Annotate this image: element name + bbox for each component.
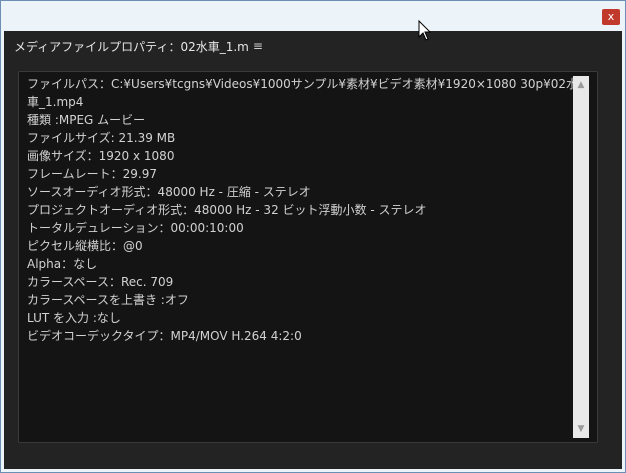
property-line: 画像サイズ：1920 x 1080 (27, 149, 175, 163)
property-line: 車_1.mp4 (27, 95, 84, 109)
scroll-up-icon[interactable]: ▲ (573, 78, 589, 92)
property-line: フレームレート：29.97 (27, 167, 157, 181)
window-titlebar[interactable]: x (1, 1, 625, 31)
property-line: ビデオコーデックタイプ：MP4/MOV H.264 4:2:0 (27, 329, 302, 343)
property-line: トータルデュレーション：00:00:10:00 (27, 221, 244, 235)
property-line: ファイルサイズ: 21.39 MB (27, 131, 176, 145)
property-line: ソースオーディオ形式：48000 Hz - 圧縮 - ステレオ (27, 185, 311, 199)
property-line: Alpha：なし (27, 257, 98, 271)
panel-title: メディアファイルプロパティ：02水車_1.m (14, 39, 249, 54)
scroll-down-icon[interactable]: ▼ (573, 422, 589, 436)
property-line: ピクセル縦横比：@0 (27, 239, 143, 253)
property-line: 種類 :MPEG ムービー (27, 113, 146, 127)
media-properties-window: x メディアファイルプロパティ：02水車_1.m ≡ ファイルパス：C:¥Use… (0, 0, 626, 473)
property-line: LUT を入力 :なし (27, 311, 121, 325)
property-line: カラースペースを上書き :オフ (27, 293, 189, 307)
mouse-cursor-icon (418, 20, 432, 41)
properties-text-box[interactable]: ファイルパス：C:¥Users¥tcgns¥Videos¥1000サンプル¥素材… (18, 71, 598, 443)
media-properties-panel: メディアファイルプロパティ：02水車_1.m ≡ ファイルパス：C:¥Users… (4, 31, 622, 469)
property-line: カラースペース：Rec. 709 (27, 275, 174, 289)
vertical-scrollbar[interactable]: ▲ ▼ (573, 76, 589, 438)
property-line: プロジェクトオーディオ形式：48000 Hz - 32 ビット浮動小数 - ステ… (27, 203, 427, 217)
close-button[interactable]: x (602, 9, 620, 25)
properties-list: ファイルパス：C:¥Users¥tcgns¥Videos¥1000サンプル¥素材… (27, 75, 579, 345)
panel-header: メディアファイルプロパティ：02水車_1.m ≡ (14, 38, 263, 54)
panel-menu-icon[interactable]: ≡ (253, 39, 263, 53)
property-line: ファイルパス：C:¥Users¥tcgns¥Videos¥1000サンプル¥素材… (27, 77, 579, 91)
